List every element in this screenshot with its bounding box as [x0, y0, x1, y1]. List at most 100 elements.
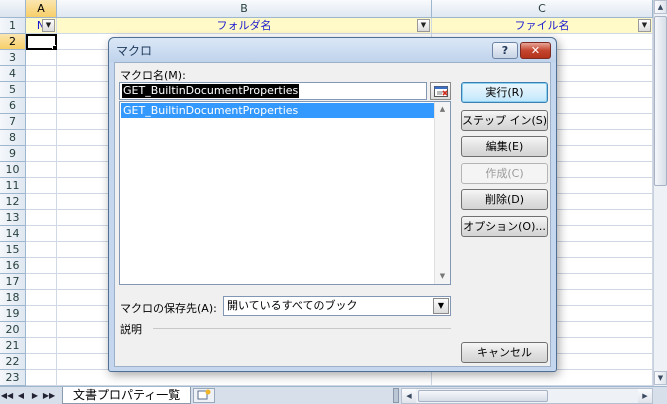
grid-cell[interactable]	[26, 290, 57, 306]
next-sheet-icon[interactable]: ▶	[28, 388, 42, 404]
header-cell-text-b: フォルダ名	[216, 19, 272, 32]
row-header[interactable]: 22	[0, 354, 26, 370]
collapse-dialog-icon	[434, 86, 448, 97]
macro-name-input[interactable]: GET_BuiltinDocumentProperties	[119, 82, 427, 100]
row-header[interactable]: 6	[0, 98, 26, 114]
column-header-a[interactable]: A	[26, 0, 57, 18]
grid-cell[interactable]	[57, 370, 432, 386]
vertical-scrollbar[interactable]: ▲ ▼	[653, 0, 667, 386]
grid-cell[interactable]	[26, 114, 57, 130]
store-location-label: マクロの保存先(A):	[120, 302, 217, 315]
row-header[interactable]: 20	[0, 322, 26, 338]
scroll-down-icon[interactable]: ▼	[654, 371, 667, 385]
grid-cell[interactable]	[26, 338, 57, 354]
table-row: 23	[0, 370, 653, 386]
sheet-tab-document-properties[interactable]: 文書プロパティ一覧	[62, 387, 192, 404]
list-scrollbar[interactable]: ▲ ▼	[434, 102, 450, 284]
sheet-tab-bar: ◀◀ ◀ ▶ ▶▶ 文書プロパティ一覧 ◀ ▶	[0, 386, 667, 404]
dialog-client-area: マクロ名(M): GET_BuiltinDocumentProperties G…	[114, 62, 551, 367]
description-label: 説明	[120, 323, 142, 336]
row-header[interactable]: 15	[0, 242, 26, 258]
filter-dropdown-icon[interactable]: ▼	[417, 19, 430, 32]
first-sheet-icon[interactable]: ◀◀	[0, 388, 14, 404]
list-scroll-down-icon[interactable]: ▼	[435, 269, 450, 284]
select-all-corner[interactable]	[0, 0, 26, 18]
row-header[interactable]: 18	[0, 290, 26, 306]
cancel-button[interactable]: キャンセル	[461, 342, 548, 363]
row-header[interactable]: 21	[0, 338, 26, 354]
row-header[interactable]: 13	[0, 210, 26, 226]
dialog-title: マクロ	[116, 44, 153, 58]
row-header[interactable]: 2	[0, 34, 26, 50]
row-header[interactable]: 5	[0, 82, 26, 98]
grid-cell[interactable]	[26, 146, 57, 162]
delete-button[interactable]: 削除(D)	[461, 189, 548, 210]
row-header[interactable]: 17	[0, 274, 26, 290]
row-header[interactable]: 8	[0, 130, 26, 146]
row-header[interactable]: 4	[0, 66, 26, 82]
prev-sheet-icon[interactable]: ◀	[14, 388, 28, 404]
dialog-titlebar[interactable]: マクロ ? ✕	[109, 38, 556, 62]
grid-cell[interactable]	[26, 98, 57, 114]
chevron-down-icon[interactable]: ▼	[433, 298, 449, 314]
grid-cell[interactable]	[26, 274, 57, 290]
grid-cell[interactable]	[26, 178, 57, 194]
description-divider	[153, 328, 451, 329]
grid-cell[interactable]: ファイル名 ▼	[432, 18, 653, 34]
vertical-scroll-thumb[interactable]	[654, 16, 667, 186]
grid-cell[interactable]	[26, 66, 57, 82]
row-header[interactable]: 10	[0, 162, 26, 178]
run-button[interactable]: 実行(R)	[461, 82, 548, 103]
grid-cell[interactable]	[26, 162, 57, 178]
row-header[interactable]: 23	[0, 370, 26, 386]
list-item[interactable]: GET_BuiltinDocumentProperties	[121, 103, 435, 118]
help-button[interactable]: ?	[492, 42, 518, 59]
edit-button[interactable]: 編集(E)	[461, 136, 548, 157]
grid-cell[interactable]	[26, 50, 57, 66]
close-button[interactable]: ✕	[520, 42, 551, 59]
grid-cell[interactable]	[26, 130, 57, 146]
row-header[interactable]: 3	[0, 50, 26, 66]
row-header[interactable]: 7	[0, 114, 26, 130]
grid-cell[interactable]	[26, 210, 57, 226]
column-header-b[interactable]: B	[57, 0, 432, 18]
insert-sheet-icon[interactable]	[193, 388, 216, 403]
scroll-up-icon[interactable]: ▲	[654, 0, 667, 14]
list-scroll-up-icon[interactable]: ▲	[435, 102, 450, 117]
row-header[interactable]: 19	[0, 306, 26, 322]
grid-cell[interactable]	[432, 370, 653, 386]
grid-cell[interactable]: フォルダ名 ▼	[57, 18, 432, 34]
filter-dropdown-icon[interactable]: ▼	[42, 19, 55, 32]
reference-picker-button[interactable]	[430, 82, 451, 100]
table-row: 1 N ▼ フォルダ名 ▼ ファイル名 ▼	[0, 18, 653, 34]
row-header[interactable]: 12	[0, 194, 26, 210]
options-button[interactable]: オプション(O)...	[461, 216, 548, 237]
grid-cell[interactable]	[26, 370, 57, 386]
step-into-button[interactable]: ステップ イン(S)	[461, 110, 548, 131]
row-header[interactable]: 14	[0, 226, 26, 242]
row-header[interactable]: 9	[0, 146, 26, 162]
tab-split-handle[interactable]	[393, 388, 399, 403]
grid-cell[interactable]: N ▼	[26, 18, 57, 34]
grid-cell[interactable]	[26, 194, 57, 210]
filter-dropdown-icon[interactable]: ▼	[638, 19, 651, 32]
last-sheet-icon[interactable]: ▶▶	[42, 388, 56, 404]
grid-cell[interactable]	[26, 322, 57, 338]
grid-cell[interactable]	[26, 306, 57, 322]
active-cell[interactable]	[26, 34, 57, 50]
grid-cell[interactable]	[26, 82, 57, 98]
store-location-select[interactable]: 開いているすべてのブック ▼	[223, 296, 451, 316]
column-header-c[interactable]: C	[432, 0, 653, 18]
grid-cell[interactable]	[26, 354, 57, 370]
macro-listbox[interactable]: GET_BuiltinDocumentProperties ▲ ▼	[119, 101, 451, 285]
scroll-left-icon[interactable]: ◀	[402, 389, 416, 403]
row-header[interactable]: 16	[0, 258, 26, 274]
row-header[interactable]: 1	[0, 18, 26, 34]
grid-cell[interactable]	[26, 242, 57, 258]
horizontal-scrollbar[interactable]: ◀ ▶	[401, 388, 653, 404]
grid-cell[interactable]	[26, 258, 57, 274]
scroll-right-icon[interactable]: ▶	[638, 389, 652, 403]
grid-cell[interactable]	[26, 226, 57, 242]
horizontal-scroll-thumb[interactable]	[418, 390, 548, 402]
row-header[interactable]: 11	[0, 178, 26, 194]
